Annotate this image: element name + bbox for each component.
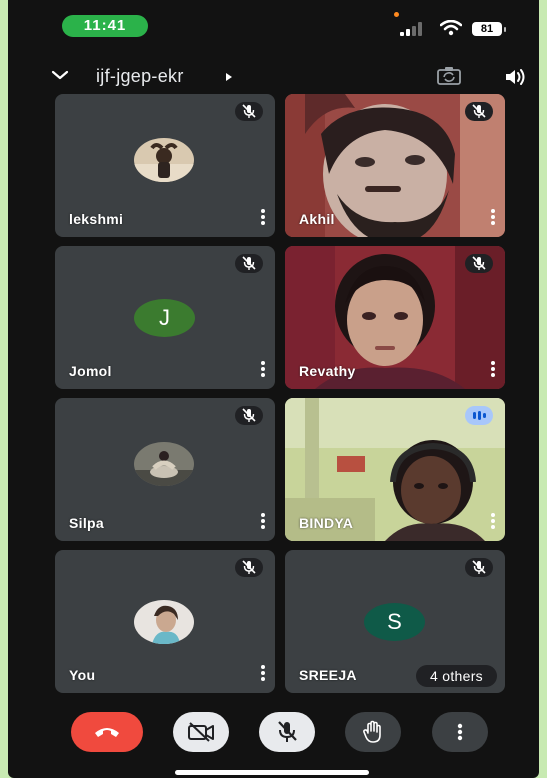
participant-name: You [69, 667, 96, 683]
mic-off-icon [278, 721, 297, 742]
participant-tile-akhil[interactable]: Akhil [285, 94, 505, 237]
avatar-letter: J [134, 299, 195, 337]
meeting-code[interactable]: ijf-jgep-ekr [96, 66, 184, 87]
hand-icon [363, 720, 381, 743]
participant-tile-silpa[interactable]: Silpa [55, 398, 275, 541]
mic-off-indicator [465, 558, 493, 577]
end-call-button[interactable] [71, 712, 143, 752]
camera-off-icon [188, 722, 214, 742]
more-vert-icon[interactable] [261, 513, 265, 531]
avatar-letter: S [364, 603, 425, 641]
raise-hand-button[interactable] [345, 712, 401, 752]
mic-off-indicator [465, 102, 493, 121]
meeting-header: ijf-jgep-ekr [8, 62, 539, 90]
speaker-icon[interactable] [504, 68, 526, 86]
mic-off-icon [242, 104, 256, 118]
caret-right-icon[interactable] [224, 72, 234, 82]
home-indicator[interactable] [175, 770, 369, 775]
avatar-lekshmi [134, 138, 194, 182]
more-vert-icon[interactable] [491, 209, 495, 227]
mic-off-indicator [465, 254, 493, 273]
participant-tile-bindya[interactable]: BINDYA [285, 398, 505, 541]
privacy-indicator-icon [394, 12, 399, 17]
participant-tile-jomol[interactable]: J Jomol [55, 246, 275, 389]
participant-name: SREEJA [299, 667, 357, 683]
switch-camera-icon[interactable] [436, 66, 462, 86]
battery-level: 81 [472, 22, 502, 36]
participant-name: lekshmi [69, 211, 124, 227]
participant-tile-lekshmi[interactable]: lekshmi [55, 94, 275, 237]
mic-off-indicator [235, 558, 263, 577]
speaking-indicator-icon [465, 406, 493, 425]
more-vert-icon[interactable] [491, 361, 495, 379]
mic-off-indicator [235, 406, 263, 425]
phone-screen: 11:41 81 ijf-jgep-ekr lekshmi Akhil J Jo… [8, 0, 539, 778]
camera-toggle-button[interactable] [173, 712, 229, 752]
participant-name: BINDYA [299, 515, 354, 531]
mic-off-indicator [235, 102, 263, 121]
more-vert-icon[interactable] [491, 513, 495, 531]
mic-off-icon [242, 408, 256, 422]
status-bar: 11:41 81 [8, 0, 539, 50]
chevron-down-icon[interactable] [50, 68, 70, 82]
participant-tile-sreeja[interactable]: S SREEJA 4 others [285, 550, 505, 693]
participant-tile-you[interactable]: You [55, 550, 275, 693]
participant-name: Silpa [69, 515, 104, 531]
participant-tile-revathy[interactable]: Revathy [285, 246, 505, 389]
mic-off-icon [242, 256, 256, 270]
avatar-silpa [134, 442, 194, 486]
end-call-icon [95, 728, 119, 737]
more-vert-icon [457, 723, 463, 741]
battery-icon [504, 27, 506, 32]
more-vert-icon[interactable] [261, 665, 265, 683]
mic-off-indicator [235, 254, 263, 273]
mic-off-icon [242, 560, 256, 574]
mic-off-icon [472, 256, 486, 270]
participant-name: Revathy [299, 363, 356, 379]
more-vert-icon[interactable] [261, 361, 265, 379]
participant-name: Jomol [69, 363, 112, 379]
others-button[interactable]: 4 others [416, 665, 497, 687]
avatar-you [134, 600, 194, 644]
wifi-icon [440, 20, 462, 36]
mic-off-icon [472, 104, 486, 118]
more-options-button[interactable] [432, 712, 488, 752]
mic-off-icon [472, 560, 486, 574]
cellular-signal-icon [400, 22, 422, 36]
more-vert-icon[interactable] [261, 209, 265, 227]
mic-toggle-button[interactable] [259, 712, 315, 752]
status-time: 11:41 [62, 15, 148, 37]
participant-name: Akhil [299, 211, 335, 227]
